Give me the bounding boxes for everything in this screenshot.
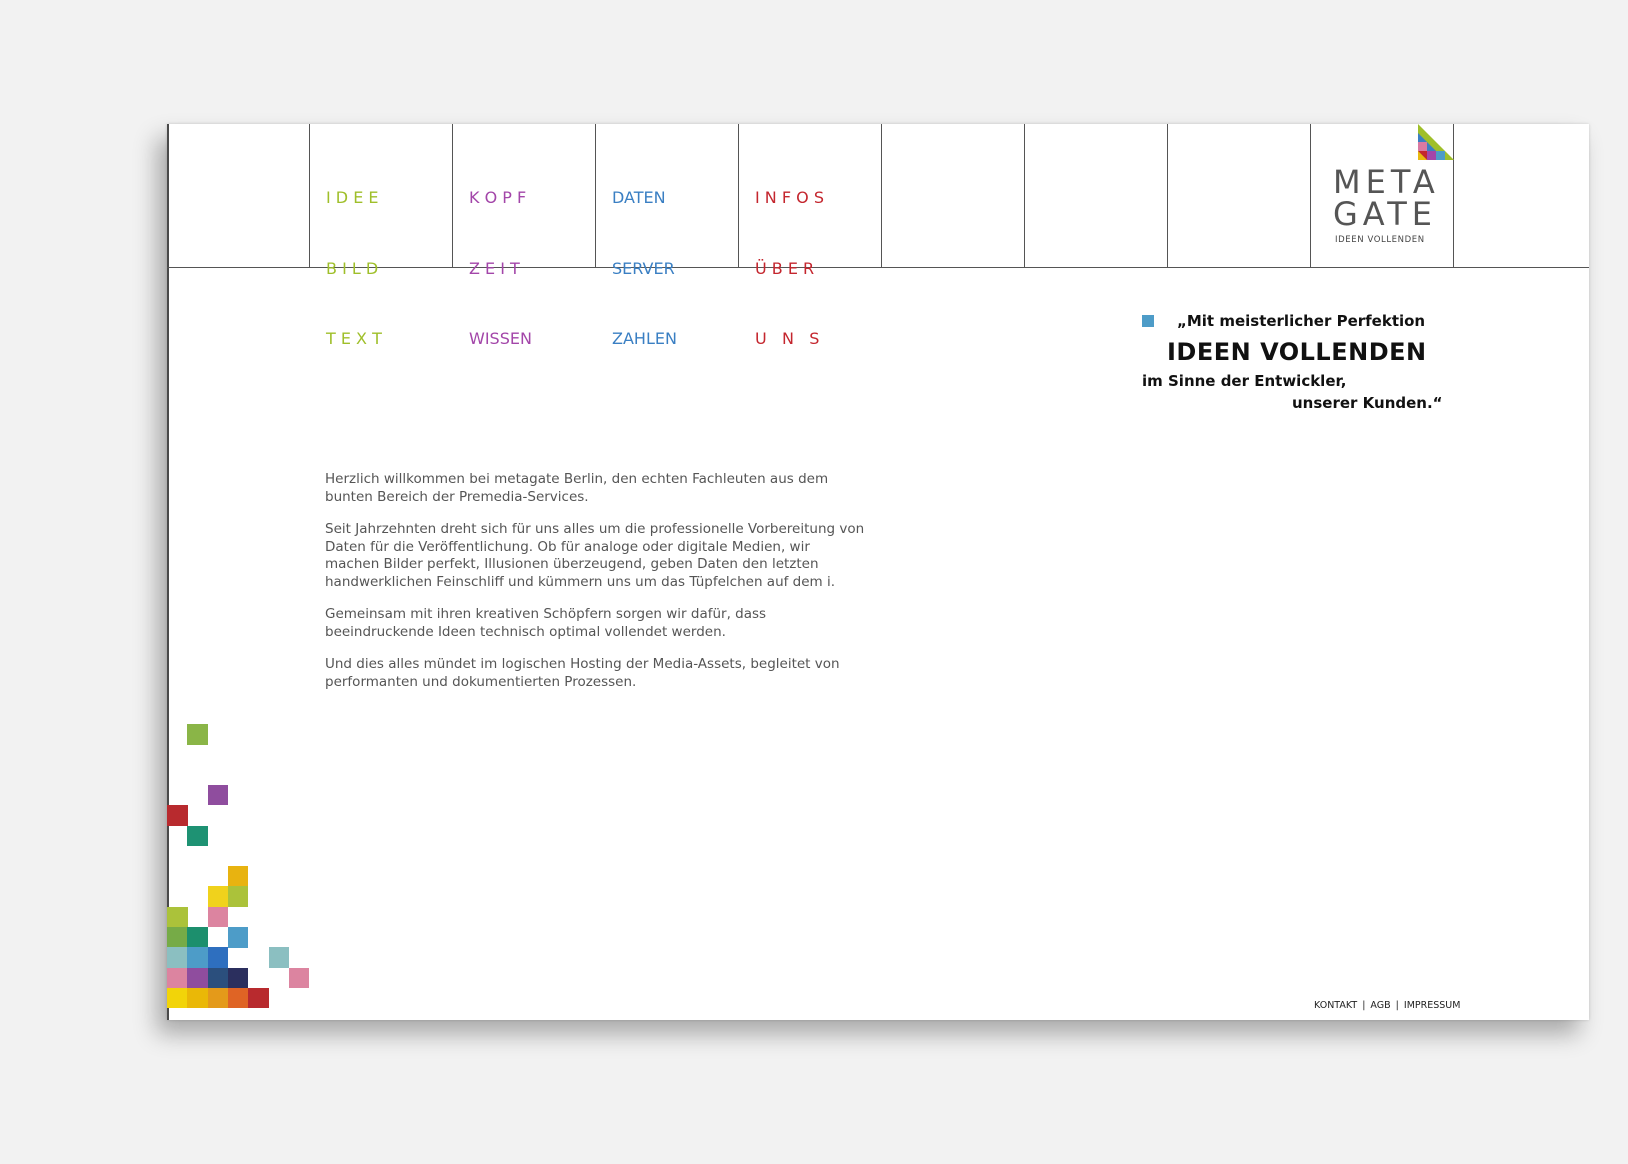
nav-empty-cell	[1025, 124, 1168, 267]
nav-item-idee-bild-text[interactable]: I D E E B I L D T E X T	[310, 124, 453, 348]
impressum-link[interactable]: IMPRESSUM	[1404, 1000, 1461, 1011]
mosaic-pixel	[248, 987, 269, 1009]
nav-label: I N F O S Ü B E R U N S	[755, 139, 824, 398]
decorative-pixel-mosaic	[167, 724, 327, 1020]
footer-separator: |	[1362, 1000, 1366, 1011]
quote-line-1: „Mit meisterlicher Perfektion	[1177, 312, 1426, 330]
mosaic-pixel	[187, 724, 208, 745]
mosaic-pixel	[268, 947, 289, 968]
nav-empty-cell	[1168, 124, 1311, 267]
mosaic-pixel	[207, 987, 229, 1009]
nav-empty-cell	[167, 124, 310, 267]
mosaic-pixel	[227, 987, 249, 1009]
intro-text: Herzlich willkommen bei metagate Berlin,…	[325, 471, 865, 706]
mosaic-pixel	[207, 947, 229, 968]
logo-wordmark: META GATE	[1333, 166, 1440, 230]
nav-label: DATEN SERVER ZAHLEN	[612, 139, 677, 398]
nav-label: K O P F Z E I T WISSEN	[469, 139, 532, 398]
mosaic-pixel	[167, 967, 188, 989]
logo-corner-icon	[1418, 124, 1454, 160]
nav-label-line: I D E E	[326, 188, 379, 207]
quote-headline: IDEEN VOLLENDEN	[1167, 338, 1427, 366]
nav-label-line: I N F O S	[755, 188, 824, 207]
intro-paragraph: Seit Jahrzehnten dreht sich für uns alle…	[325, 521, 865, 590]
nav-item-daten-server-zahlen[interactable]: DATEN SERVER ZAHLEN	[596, 124, 739, 348]
logo-word-line1: META	[1333, 163, 1440, 201]
mosaic-pixel	[227, 886, 249, 907]
metagate-logo[interactable]: META GATE IDEEN VOLLENDEN	[1311, 124, 1454, 267]
mosaic-pixel	[187, 825, 208, 846]
intro-paragraph: Gemeinsam mit ihren kreativen Schöpfern …	[325, 606, 767, 640]
nav-label-line: Z E I T	[469, 258, 520, 278]
mosaic-pixel	[227, 967, 249, 989]
square-bullet-icon	[1142, 315, 1154, 327]
mosaic-pixel	[207, 784, 229, 806]
website-page: I D E E B I L D T E X T K O P F Z E I T …	[167, 124, 1589, 1020]
mosaic-pixel	[187, 987, 208, 1009]
nav-label-line: K O P F	[469, 188, 527, 207]
nav-empty-cell	[1454, 124, 1589, 267]
mosaic-pixel	[288, 967, 310, 989]
nav-label-line: SERVER	[612, 258, 675, 278]
logo-word-line2: GATE	[1333, 195, 1437, 233]
quote-line-3: im Sinne der Entwickler,	[1142, 372, 1347, 390]
mosaic-pixel	[167, 906, 188, 928]
top-navigation: I D E E B I L D T E X T K O P F Z E I T …	[167, 124, 1589, 348]
nav-empty-cell	[882, 124, 1025, 267]
mosaic-pixel	[207, 967, 229, 989]
footer-separator: |	[1395, 1000, 1399, 1011]
agb-link[interactable]: AGB	[1370, 1000, 1390, 1011]
nav-label-line: DATEN	[612, 188, 666, 207]
nav-label-line: WISSEN	[469, 329, 532, 348]
mosaic-pixel	[187, 967, 208, 989]
nav-label: I D E E B I L D T E X T	[326, 139, 382, 398]
nav-label-line: B I L D	[326, 258, 379, 278]
mosaic-pixel	[167, 805, 188, 826]
intro-paragraph: Herzlich willkommen bei metagate Berlin,…	[325, 471, 829, 505]
footer-links: KONTAKT | AGB | IMPRESSUM	[1314, 1000, 1460, 1011]
logo-tagline: IDEEN VOLLENDEN	[1335, 235, 1425, 245]
kontakt-link[interactable]: KONTAKT	[1314, 1000, 1357, 1011]
mosaic-pixel	[167, 987, 188, 1009]
nav-label-line: Ü B E R	[755, 258, 815, 278]
nav-item-infos-ueber-uns[interactable]: I N F O S Ü B E R U N S	[739, 124, 882, 348]
mosaic-pixel	[167, 927, 188, 948]
mosaic-pixel	[207, 886, 229, 907]
intro-paragraph: Und dies alles mündet im logischen Hosti…	[325, 656, 840, 690]
screenshot-background: I D E E B I L D T E X T K O P F Z E I T …	[0, 0, 1628, 1164]
mosaic-pixel	[227, 927, 249, 948]
mosaic-pixel	[167, 947, 188, 968]
mosaic-pixel	[187, 927, 208, 948]
nav-item-kopf-zeit-wissen[interactable]: K O P F Z E I T WISSEN	[453, 124, 596, 348]
nav-label-line: U N S	[755, 329, 820, 348]
mosaic-pixel	[187, 947, 208, 968]
quote-line-4: unserer Kunden.“	[1292, 394, 1443, 412]
mosaic-pixel	[207, 906, 229, 928]
mosaic-pixel	[227, 866, 249, 887]
nav-label-line: T E X T	[326, 329, 382, 348]
nav-label-line: ZAHLEN	[612, 329, 677, 348]
